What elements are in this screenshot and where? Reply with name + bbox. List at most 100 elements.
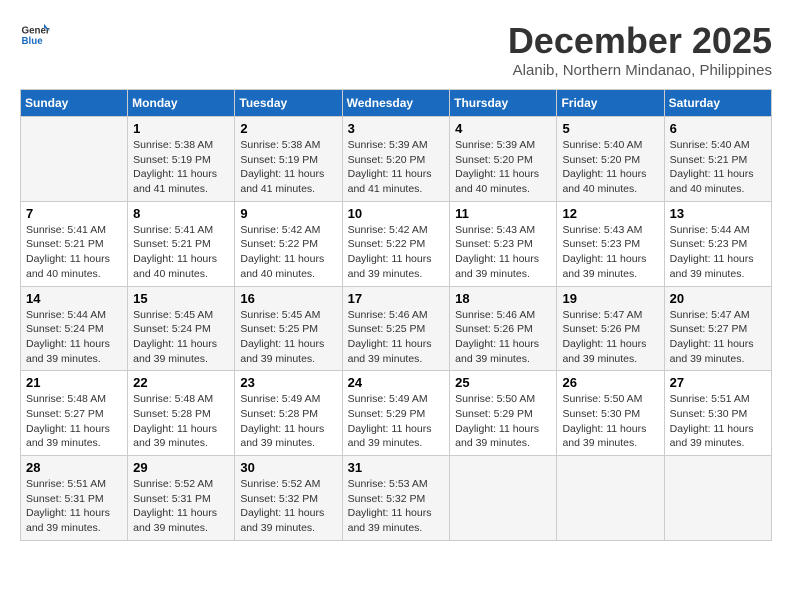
calendar-cell: 16Sunrise: 5:45 AM Sunset: 5:25 PM Dayli… [235, 286, 342, 371]
day-number: 4 [455, 121, 551, 136]
day-info: Sunrise: 5:45 AM Sunset: 5:25 PM Dayligh… [240, 308, 336, 367]
calendar-cell: 8Sunrise: 5:41 AM Sunset: 5:21 PM Daylig… [128, 201, 235, 286]
day-number: 13 [670, 206, 766, 221]
calendar-cell: 29 Sunrise: 5:52 AM Sunset: 5:31 PM Dayli… [128, 456, 235, 541]
day-number: 24 [348, 375, 445, 390]
calendar-cell: 31 Sunrise: 5:53 AM Sunset: 5:32 PM Dayli… [342, 456, 450, 541]
day-number: 14 [26, 291, 122, 306]
day-info: Sunrise: 5:46 AM Sunset: 5:26 PM Dayligh… [455, 308, 551, 367]
day-number: 26 [562, 375, 658, 390]
calendar-table: SundayMondayTuesdayWednesdayThursdayFrid… [20, 89, 772, 541]
day-info: Sunrise: 5:41 AM Sunset: 5:21 PM Dayligh… [133, 223, 229, 282]
calendar-week-4: 21Sunrise: 5:48 AM Sunset: 5:27 PM Dayli… [21, 371, 772, 456]
calendar-cell: 6 Sunrise: 5:40 AM Sunset: 5:21 PM Daylig… [664, 117, 771, 202]
calendar-cell [21, 117, 128, 202]
day-info: Sunrise: 5:50 AM Sunset: 5:30 PM Dayligh… [562, 392, 658, 451]
column-header-thursday: Thursday [450, 90, 557, 117]
day-number: 5 [562, 121, 658, 136]
day-info: Sunrise: 5:53 AM Sunset: 5:32 PM Dayligh… [348, 477, 445, 536]
calendar-cell: 11 Sunrise: 5:43 AM Sunset: 5:23 PM Dayli… [450, 201, 557, 286]
day-number: 9 [240, 206, 336, 221]
day-number: 30 [240, 460, 336, 475]
day-info: Sunrise: 5:42 AM Sunset: 5:22 PM Dayligh… [348, 223, 445, 282]
calendar-cell: 12Sunrise: 5:43 AM Sunset: 5:23 PM Dayli… [557, 201, 664, 286]
calendar-cell: 9 Sunrise: 5:42 AM Sunset: 5:22 PM Daylig… [235, 201, 342, 286]
day-number: 11 [455, 206, 551, 221]
column-header-saturday: Saturday [664, 90, 771, 117]
day-number: 23 [240, 375, 336, 390]
calendar-cell: 13 Sunrise: 5:44 AM Sunset: 5:23 PM Dayli… [664, 201, 771, 286]
day-number: 20 [670, 291, 766, 306]
day-number: 2 [240, 121, 336, 136]
calendar-subtitle: Alanib, Northern Mindanao, Philippines [508, 62, 772, 79]
day-number: 19 [562, 291, 658, 306]
day-number: 3 [348, 121, 445, 136]
day-info: Sunrise: 5:52 AM Sunset: 5:31 PM Dayligh… [133, 477, 229, 536]
calendar-cell: 27Sunrise: 5:51 AM Sunset: 5:30 PM Dayli… [664, 371, 771, 456]
calendar-week-1: 1 Sunrise: 5:38 AM Sunset: 5:19 PM Daylig… [21, 117, 772, 202]
day-info: Sunrise: 5:46 AM Sunset: 5:25 PM Dayligh… [348, 308, 445, 367]
day-number: 22 [133, 375, 229, 390]
column-header-monday: Monday [128, 90, 235, 117]
column-header-sunday: Sunday [21, 90, 128, 117]
calendar-header-row: SundayMondayTuesdayWednesdayThursdayFrid… [21, 90, 772, 117]
day-info: Sunrise: 5:43 AM Sunset: 5:23 PM Dayligh… [455, 223, 551, 282]
day-info: Sunrise: 5:40 AM Sunset: 5:20 PM Dayligh… [562, 138, 658, 197]
calendar-cell: 3 Sunrise: 5:39 AM Sunset: 5:20 PM Daylig… [342, 117, 450, 202]
day-info: Sunrise: 5:39 AM Sunset: 5:20 PM Dayligh… [455, 138, 551, 197]
calendar-cell: 24 Sunrise: 5:49 AM Sunset: 5:29 PM Dayli… [342, 371, 450, 456]
calendar-cell: 2 Sunrise: 5:38 AM Sunset: 5:19 PM Daylig… [235, 117, 342, 202]
calendar-cell: 22Sunrise: 5:48 AM Sunset: 5:28 PM Dayli… [128, 371, 235, 456]
calendar-cell: 19 Sunrise: 5:47 AM Sunset: 5:26 PM Dayli… [557, 286, 664, 371]
day-number: 27 [670, 375, 766, 390]
day-info: Sunrise: 5:42 AM Sunset: 5:22 PM Dayligh… [240, 223, 336, 282]
calendar-cell: 25Sunrise: 5:50 AM Sunset: 5:29 PM Dayli… [450, 371, 557, 456]
calendar-cell: 7 Sunrise: 5:41 AM Sunset: 5:21 PM Daylig… [21, 201, 128, 286]
day-info: Sunrise: 5:52 AM Sunset: 5:32 PM Dayligh… [240, 477, 336, 536]
day-number: 6 [670, 121, 766, 136]
calendar-week-3: 14Sunrise: 5:44 AM Sunset: 5:24 PM Dayli… [21, 286, 772, 371]
day-info: Sunrise: 5:49 AM Sunset: 5:28 PM Dayligh… [240, 392, 336, 451]
column-header-friday: Friday [557, 90, 664, 117]
calendar-cell: 5 Sunrise: 5:40 AM Sunset: 5:20 PM Daylig… [557, 117, 664, 202]
day-info: Sunrise: 5:39 AM Sunset: 5:20 PM Dayligh… [348, 138, 445, 197]
day-number: 12 [562, 206, 658, 221]
day-number: 10 [348, 206, 445, 221]
day-info: Sunrise: 5:41 AM Sunset: 5:21 PM Dayligh… [26, 223, 122, 282]
column-header-wednesday: Wednesday [342, 90, 450, 117]
day-number: 29 [133, 460, 229, 475]
logo-icon: General Blue [20, 20, 50, 50]
logo: General Blue [20, 20, 50, 50]
title-area: December 2025 Alanib, Northern Mindanao,… [508, 20, 772, 79]
day-info: Sunrise: 5:40 AM Sunset: 5:21 PM Dayligh… [670, 138, 766, 197]
calendar-cell: 28Sunrise: 5:51 AM Sunset: 5:31 PM Dayli… [21, 456, 128, 541]
calendar-cell: 23 Sunrise: 5:49 AM Sunset: 5:28 PM Dayli… [235, 371, 342, 456]
day-info: Sunrise: 5:38 AM Sunset: 5:19 PM Dayligh… [240, 138, 336, 197]
day-info: Sunrise: 5:38 AM Sunset: 5:19 PM Dayligh… [133, 138, 229, 197]
day-number: 31 [348, 460, 445, 475]
calendar-body: 1 Sunrise: 5:38 AM Sunset: 5:19 PM Daylig… [21, 117, 772, 541]
day-info: Sunrise: 5:45 AM Sunset: 5:24 PM Dayligh… [133, 308, 229, 367]
calendar-week-5: 28Sunrise: 5:51 AM Sunset: 5:31 PM Dayli… [21, 456, 772, 541]
day-number: 7 [26, 206, 122, 221]
day-info: Sunrise: 5:47 AM Sunset: 5:26 PM Dayligh… [562, 308, 658, 367]
day-info: Sunrise: 5:47 AM Sunset: 5:27 PM Dayligh… [670, 308, 766, 367]
calendar-cell: 1 Sunrise: 5:38 AM Sunset: 5:19 PM Daylig… [128, 117, 235, 202]
calendar-cell [557, 456, 664, 541]
day-info: Sunrise: 5:44 AM Sunset: 5:23 PM Dayligh… [670, 223, 766, 282]
day-number: 28 [26, 460, 122, 475]
day-number: 1 [133, 121, 229, 136]
svg-text:Blue: Blue [22, 36, 44, 47]
calendar-cell [450, 456, 557, 541]
calendar-cell: 30 Sunrise: 5:52 AM Sunset: 5:32 PM Dayli… [235, 456, 342, 541]
calendar-cell: 4 Sunrise: 5:39 AM Sunset: 5:20 PM Daylig… [450, 117, 557, 202]
calendar-cell [664, 456, 771, 541]
day-number: 21 [26, 375, 122, 390]
calendar-cell: 17Sunrise: 5:46 AM Sunset: 5:25 PM Dayli… [342, 286, 450, 371]
calendar-cell: 20 Sunrise: 5:47 AM Sunset: 5:27 PM Dayli… [664, 286, 771, 371]
calendar-week-2: 7 Sunrise: 5:41 AM Sunset: 5:21 PM Daylig… [21, 201, 772, 286]
calendar-title: December 2025 [508, 20, 772, 62]
day-info: Sunrise: 5:49 AM Sunset: 5:29 PM Dayligh… [348, 392, 445, 451]
day-number: 15 [133, 291, 229, 306]
calendar-cell: 10 Sunrise: 5:42 AM Sunset: 5:22 PM Dayli… [342, 201, 450, 286]
